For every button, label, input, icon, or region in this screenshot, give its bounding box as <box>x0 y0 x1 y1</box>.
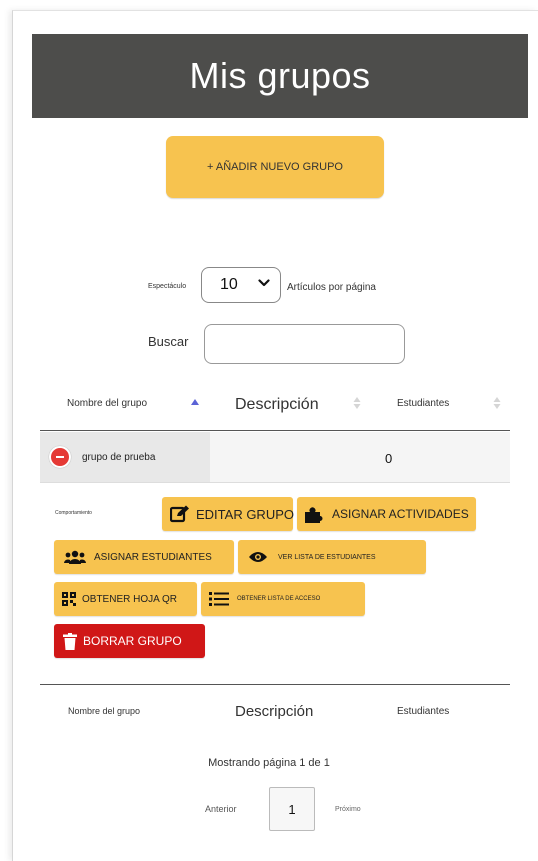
sort-both-icon[interactable] <box>352 396 362 410</box>
row-student-count: 0 <box>385 451 393 466</box>
edit-group-label: EDITAR GRUPO <box>196 506 294 522</box>
get-access-list-label: OBTENER LISTA DE ACCESO <box>237 596 321 602</box>
table-header-divider <box>40 430 510 431</box>
page-size-select[interactable]: 10 <box>201 267 281 303</box>
table-header: Nombre del grupo Descripción Estudiantes <box>40 384 510 430</box>
add-group-button[interactable]: + AÑADIR NUEVO GRUPO <box>166 136 384 198</box>
puzzle-icon <box>305 507 323 523</box>
footer-column-students: Estudiantes <box>397 706 450 717</box>
page-number-button[interactable]: 1 <box>269 787 315 831</box>
assign-activities-label: ASIGNAR ACTIVIDADES <box>332 507 469 521</box>
per-page-label: Artículos por página <box>287 282 376 293</box>
edit-icon <box>170 505 189 523</box>
column-header-name[interactable]: Nombre del grupo <box>67 398 147 409</box>
previous-page-button[interactable]: Anterior <box>205 804 237 814</box>
edit-group-button[interactable]: EDITAR GRUPO <box>162 497 294 531</box>
qr-code-icon <box>62 592 76 606</box>
assign-students-label: ASIGNAR ESTUDIANTES <box>94 551 212 563</box>
footer-column-description: Descripción <box>235 703 314 720</box>
get-qr-sheet-button[interactable]: OBTENER HOJA QR <box>54 582 197 616</box>
users-icon <box>64 550 86 564</box>
delete-group-label: BORRAR GRUPO <box>83 634 182 648</box>
delete-group-button[interactable]: BORRAR GRUPO <box>54 624 205 658</box>
collapse-row-icon[interactable] <box>49 446 71 468</box>
page-size-value: 10 <box>220 276 238 293</box>
search-input[interactable] <box>204 324 405 364</box>
search-label: Buscar <box>148 334 189 349</box>
column-header-description[interactable]: Descripción <box>235 396 319 414</box>
footer-column-name: Nombre del grupo <box>68 706 141 716</box>
chevron-down-icon <box>258 279 270 287</box>
list-icon <box>209 592 229 606</box>
sort-ascending-icon[interactable] <box>190 396 200 410</box>
show-entries-label: Espectáculo <box>148 283 187 290</box>
get-qr-sheet-label: OBTENER HOJA QR <box>82 593 178 605</box>
row-group-name: grupo de prueba <box>82 452 156 463</box>
sort-both-icon[interactable] <box>492 396 502 410</box>
assign-activities-button[interactable]: ASIGNAR ACTIVIDADES <box>297 497 476 531</box>
page-info: Mostrando página 1 de 1 <box>208 757 330 769</box>
get-access-list-button[interactable]: OBTENER LISTA DE ACCESO <box>201 582 365 616</box>
row-data-cell <box>210 432 510 482</box>
column-header-students[interactable]: Estudiantes <box>397 398 449 409</box>
view-students-list-label: VER LISTA DE ESTUDIANTES <box>278 553 376 561</box>
row-divider <box>40 482 510 483</box>
page-title: Mis grupos <box>189 55 371 96</box>
eye-icon <box>249 552 267 562</box>
assign-students-button[interactable]: ASIGNAR ESTUDIANTES <box>54 540 234 574</box>
view-students-list-button[interactable]: VER LISTA DE ESTUDIANTES <box>238 540 426 574</box>
next-page-button[interactable]: Próximo <box>335 806 361 813</box>
table-footer-divider <box>40 684 510 685</box>
behavior-label: Comportamiento <box>55 510 92 516</box>
trash-icon <box>63 632 77 650</box>
table-row[interactable]: grupo de prueba 0 <box>40 432 510 482</box>
page-header: Mis grupos <box>32 34 528 118</box>
